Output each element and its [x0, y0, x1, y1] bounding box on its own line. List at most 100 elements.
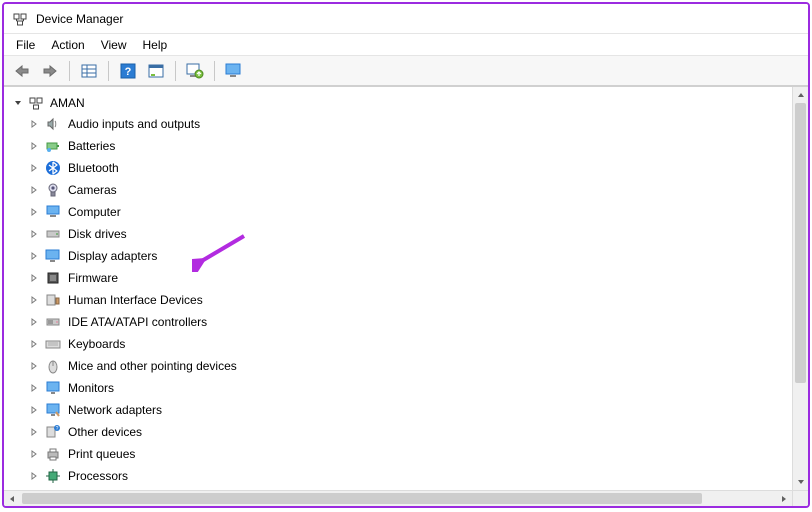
- toolbar-monitor-button[interactable]: [222, 59, 246, 83]
- chevron-right-icon[interactable]: [28, 470, 40, 482]
- toolbar-separator: [214, 61, 215, 81]
- grid-icon: [80, 62, 98, 80]
- firmware-icon: [44, 269, 62, 287]
- tree-item-label: Print queues: [66, 447, 135, 461]
- menu-file[interactable]: File: [10, 36, 45, 54]
- toolbar-separator: [175, 61, 176, 81]
- disk-icon: [44, 225, 62, 243]
- tree-item-label: Firmware: [66, 271, 118, 285]
- tree-item-label: Computer: [66, 205, 121, 219]
- toolbar-scan-button[interactable]: [183, 59, 207, 83]
- horizontal-scrollbar[interactable]: [4, 490, 792, 506]
- properties-icon: [147, 62, 165, 80]
- ide-icon: [44, 313, 62, 331]
- tree-item[interactable]: Cameras: [14, 179, 804, 201]
- scroll-right-icon[interactable]: [776, 491, 792, 506]
- chevron-right-icon[interactable]: [28, 118, 40, 130]
- monitor-icon: [225, 62, 243, 80]
- tree-item[interactable]: Display adapters: [14, 245, 804, 267]
- tree-root-label: AMAN: [50, 96, 85, 110]
- chevron-right-icon[interactable]: [28, 206, 40, 218]
- tree-item[interactable]: IDE ATA/ATAPI controllers: [14, 311, 804, 333]
- tree-item[interactable]: Print queues: [14, 443, 804, 465]
- hid-icon: [44, 291, 62, 309]
- display-icon: [44, 247, 62, 265]
- window-title: Device Manager: [36, 12, 123, 26]
- chevron-right-icon[interactable]: [28, 272, 40, 284]
- chevron-right-icon[interactable]: [28, 404, 40, 416]
- tree-item[interactable]: Batteries: [14, 135, 804, 157]
- menu-bar: File Action View Help: [4, 34, 808, 56]
- chevron-right-icon[interactable]: [28, 316, 40, 328]
- tree-item[interactable]: Firmware: [14, 267, 804, 289]
- menu-view[interactable]: View: [95, 36, 137, 54]
- tree-item[interactable]: Audio inputs and outputs: [14, 113, 804, 135]
- tree-item-label: Other devices: [66, 425, 142, 439]
- tree-item[interactable]: Processors: [14, 465, 804, 487]
- chevron-right-icon[interactable]: [28, 250, 40, 262]
- chevron-down-icon[interactable]: [12, 97, 24, 109]
- help-icon: ?: [119, 62, 137, 80]
- toolbar-show-hidden-button[interactable]: [77, 59, 101, 83]
- toolbar-separator: [108, 61, 109, 81]
- tree-item-label: Network adapters: [66, 403, 162, 417]
- toolbar-help-button[interactable]: ?: [116, 59, 140, 83]
- tree-item[interactable]: Disk drives: [14, 223, 804, 245]
- computer-root-icon: [28, 94, 46, 112]
- tree-children: Audio inputs and outputs Batteries Bluetoo…: [14, 113, 804, 487]
- bluetooth-icon: [44, 159, 62, 177]
- tree-item[interactable]: Network adapters: [14, 399, 804, 421]
- chevron-right-icon[interactable]: [28, 360, 40, 372]
- scroll-down-icon[interactable]: [793, 474, 808, 490]
- printer-icon: [44, 445, 62, 463]
- tree-item-label: IDE ATA/ATAPI controllers: [66, 315, 207, 329]
- tree-item-label: Batteries: [66, 139, 115, 153]
- monitor-icon: [44, 379, 62, 397]
- chevron-right-icon[interactable]: [28, 448, 40, 460]
- chevron-right-icon[interactable]: [28, 426, 40, 438]
- vertical-scrollbar[interactable]: [792, 87, 808, 490]
- toolbar: ?: [4, 56, 808, 86]
- chevron-right-icon[interactable]: [28, 184, 40, 196]
- svg-text:?: ?: [125, 66, 132, 78]
- chevron-right-icon[interactable]: [28, 294, 40, 306]
- tree-item-label: Monitors: [66, 381, 114, 395]
- scroll-up-icon[interactable]: [793, 87, 808, 103]
- chevron-right-icon[interactable]: [28, 162, 40, 174]
- scroll-left-icon[interactable]: [4, 491, 20, 506]
- tree-item[interactable]: Computer: [14, 201, 804, 223]
- tree-item-label: Cameras: [66, 183, 117, 197]
- tree-item-label: Display adapters: [66, 249, 157, 263]
- forward-arrow-icon: [41, 62, 59, 80]
- chevron-right-icon[interactable]: [28, 140, 40, 152]
- back-arrow-icon: [13, 62, 31, 80]
- tree-item[interactable]: Bluetooth: [14, 157, 804, 179]
- tree-item[interactable]: Human Interface Devices: [14, 289, 804, 311]
- scrollbar-thumb[interactable]: [795, 103, 806, 383]
- menu-action[interactable]: Action: [45, 36, 94, 54]
- chevron-right-icon[interactable]: [28, 382, 40, 394]
- svg-text:?: ?: [56, 426, 59, 432]
- tree-item[interactable]: ? Other devices: [14, 421, 804, 443]
- menu-help[interactable]: Help: [137, 36, 178, 54]
- title-bar: Device Manager: [4, 4, 808, 34]
- toolbar-properties-button[interactable]: [144, 59, 168, 83]
- toolbar-forward-button[interactable]: [38, 59, 62, 83]
- other-icon: ?: [44, 423, 62, 441]
- speaker-icon: [44, 115, 62, 133]
- tree-item-label: Audio inputs and outputs: [66, 117, 200, 131]
- mouse-icon: [44, 357, 62, 375]
- tree-item[interactable]: Keyboards: [14, 333, 804, 355]
- tree-item-label: Disk drives: [66, 227, 127, 241]
- scan-hardware-icon: [186, 62, 204, 80]
- scrollbar-thumb[interactable]: [22, 493, 702, 504]
- tree-root[interactable]: AMAN: [12, 93, 804, 113]
- computer-icon: [44, 203, 62, 221]
- chevron-right-icon[interactable]: [28, 228, 40, 240]
- battery-icon: [44, 137, 62, 155]
- chevron-right-icon[interactable]: [28, 338, 40, 350]
- tree-item-label: Human Interface Devices: [66, 293, 203, 307]
- toolbar-back-button[interactable]: [10, 59, 34, 83]
- tree-item[interactable]: Monitors: [14, 377, 804, 399]
- tree-item[interactable]: Mice and other pointing devices: [14, 355, 804, 377]
